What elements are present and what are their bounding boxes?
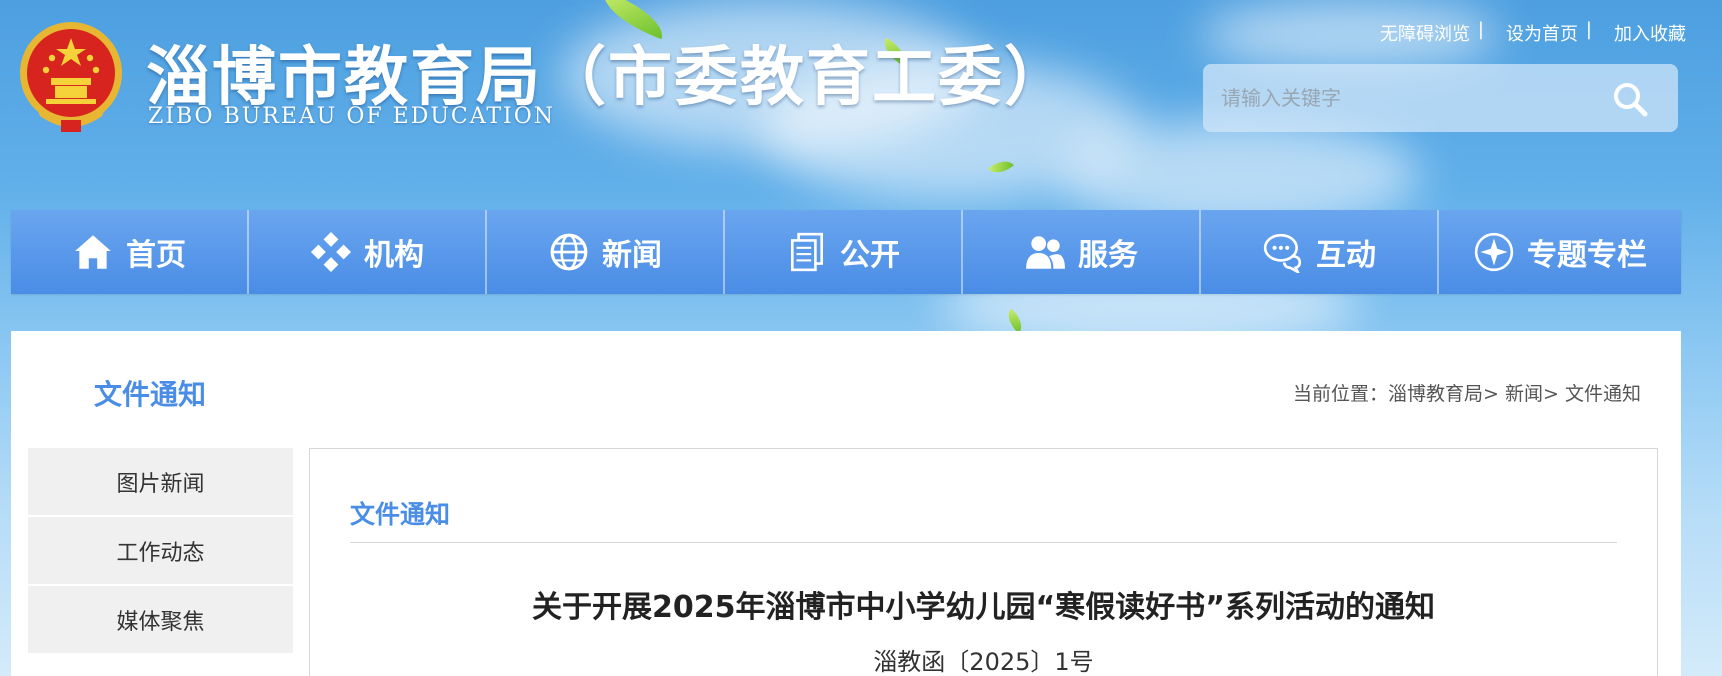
top-links: 无障碍浏览 设为首页 加入收藏: [1366, 19, 1708, 46]
nav-item-interaction[interactable]: 互动: [1201, 210, 1439, 294]
nav-item-label: 机构: [364, 238, 424, 273]
nav-item-label: 公开: [840, 238, 900, 273]
sidebar-item-media-focus[interactable]: 媒体聚焦: [28, 586, 293, 655]
sidebar-item-work-updates[interactable]: 工作动态: [28, 517, 293, 586]
nav-item-open[interactable]: 公开: [725, 210, 963, 294]
breadcrumb: 当前位置：淄博教育局> 新闻> 文件通知: [1293, 379, 1641, 406]
nav-item-organization[interactable]: 机构: [249, 210, 487, 294]
national-emblem-logo: [18, 20, 124, 134]
chat-bubbles-icon: [1263, 233, 1302, 273]
nav-item-service[interactable]: 服务: [963, 210, 1201, 294]
search-button[interactable]: [1610, 79, 1650, 119]
users-icon: [1026, 236, 1065, 269]
sidebar: 图片新闻 工作动态 媒体聚焦: [28, 448, 293, 655]
search-input[interactable]: [1221, 78, 1601, 118]
nav-item-label: 首页: [126, 238, 186, 273]
breadcrumb-prefix: 当前位置：: [1293, 383, 1389, 405]
main-content: 文件通知 当前位置：淄博教育局> 新闻> 文件通知 图片新闻 工作动态 媒体聚焦…: [11, 331, 1681, 676]
globe-icon: [550, 233, 588, 271]
documents-icon: [790, 232, 824, 272]
breadcrumb-link[interactable]: 文件通知: [1565, 383, 1641, 405]
add-favorite-link[interactable]: 加入收藏: [1600, 20, 1708, 46]
main-nav: 首页 机构 新闻 公开 服务 互动 专题专栏: [11, 210, 1681, 294]
breadcrumb-separator: >: [1543, 383, 1559, 405]
accessibility-link[interactable]: 无障碍浏览: [1366, 19, 1492, 46]
compass-icon: [1474, 232, 1514, 272]
nav-item-home[interactable]: 首页: [11, 210, 249, 294]
article-title: 关于开展2025年淄博市中小学幼儿园“寒假读好书”系列活动的通知: [532, 590, 1435, 625]
diamond-grid-icon: [310, 231, 352, 273]
nav-item-label: 新闻: [602, 238, 662, 273]
home-icon: [75, 235, 111, 269]
nav-item-news[interactable]: 新闻: [487, 210, 725, 294]
nav-item-label: 专题专栏: [1527, 238, 1647, 273]
nav-item-special-topics[interactable]: 专题专栏: [1439, 210, 1681, 294]
set-homepage-link[interactable]: 设为首页: [1492, 19, 1600, 46]
search-box: [1203, 64, 1678, 132]
breadcrumb-separator: >: [1483, 383, 1499, 405]
nav-item-label: 服务: [1078, 238, 1138, 273]
breadcrumb-link[interactable]: 新闻: [1505, 383, 1543, 405]
document-number: 淄教函〔2025〕1号: [873, 648, 1094, 676]
divider: [350, 542, 1617, 543]
panel-title: 文件通知: [350, 500, 451, 529]
nav-item-label: 互动: [1316, 238, 1376, 273]
site-subtitle: ZIBO BUREAU OF EDUCATION: [148, 104, 556, 129]
sidebar-item-photo-news[interactable]: 图片新闻: [28, 448, 293, 517]
section-title: 文件通知: [94, 378, 207, 411]
search-icon: [1614, 83, 1648, 117]
breadcrumb-link[interactable]: 淄博教育局: [1388, 383, 1483, 405]
article-panel: 文件通知 关于开展2025年淄博市中小学幼儿园“寒假读好书”系列活动的通知 淄教…: [309, 448, 1658, 676]
